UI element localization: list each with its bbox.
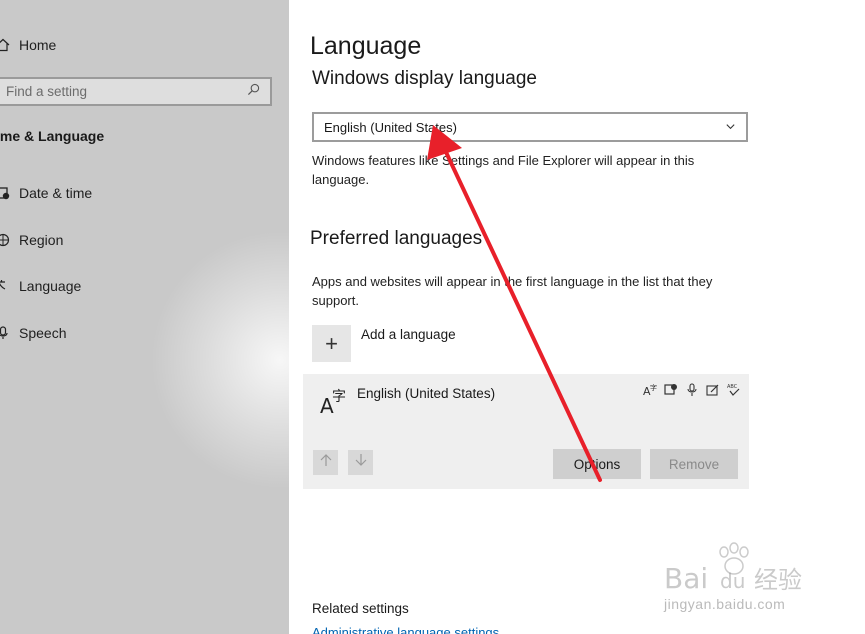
sidebar-item-speech[interactable]: Speech	[0, 325, 66, 341]
language-glyph-icon: A 字	[319, 386, 349, 418]
related-settings-heading: Related settings	[312, 601, 409, 616]
language-list-item[interactable]: A 字 English (United States) A字 ABC Optio…	[303, 374, 749, 489]
options-button[interactable]: Options	[553, 449, 641, 479]
sidebar-item-label: Region	[19, 232, 64, 248]
svg-text:Bai: Bai	[664, 562, 708, 595]
home-icon	[0, 38, 10, 52]
add-language-label[interactable]: Add a language	[361, 327, 456, 342]
display-language-heading: Windows display language	[312, 68, 537, 89]
display-language-description: Windows features like Settings and File …	[312, 153, 695, 187]
arrow-up-icon	[319, 453, 333, 472]
svg-text:du: du	[720, 569, 745, 593]
display-language-value: English (United States)	[324, 119, 457, 135]
sidebar-item-region[interactable]: Region	[0, 232, 63, 248]
move-up-button[interactable]	[313, 450, 338, 475]
sidebar-item-home[interactable]: Home	[0, 37, 56, 53]
preferred-languages-description: Apps and websites will appear in the fir…	[312, 274, 713, 308]
remove-button[interactable]: Remove	[650, 449, 738, 479]
sidebar-item-label: Language	[19, 278, 82, 294]
chevron-down-icon	[725, 120, 736, 135]
svg-text:字: 字	[332, 389, 346, 405]
svg-text:ABC: ABC	[727, 384, 738, 390]
speech-recognition-icon	[685, 383, 699, 397]
svg-text:字: 字	[650, 383, 657, 392]
display-language-dropdown[interactable]: English (United States)	[312, 112, 748, 142]
sidebar-glow	[150, 230, 289, 490]
preferred-languages-heading: Preferred languages	[310, 228, 483, 249]
sidebar-item-language[interactable]: Language	[0, 278, 81, 294]
text-to-speech-icon	[664, 383, 678, 397]
add-language-button[interactable]: +	[312, 325, 351, 362]
region-icon	[0, 233, 10, 247]
administrative-language-settings-link[interactable]: Administrative language settings	[312, 625, 499, 634]
handwriting-icon	[706, 383, 720, 397]
sidebar-section-title: ime & Language	[0, 128, 105, 144]
language-icon	[0, 279, 10, 293]
sidebar-item-label: Home	[19, 37, 57, 53]
main-content: Language Windows display language Englis…	[289, 0, 865, 634]
plus-icon: +	[325, 330, 338, 356]
page-title: Language	[310, 32, 422, 60]
search-input[interactable]: Find a setting	[0, 77, 272, 106]
language-pack-icon: A字	[643, 383, 657, 397]
sidebar-item-label: Speech	[19, 325, 67, 341]
date-time-icon	[0, 186, 10, 200]
move-down-button[interactable]	[348, 450, 373, 475]
speech-icon	[0, 326, 10, 340]
svg-text:经验: 经验	[754, 566, 802, 594]
sidebar-item-date-time[interactable]: Date & time	[0, 185, 92, 201]
language-feature-icons: A字 ABC	[643, 383, 741, 397]
spell-check-icon: ABC	[727, 383, 741, 397]
watermark-url: jingyan.baidu.com	[664, 596, 786, 612]
sidebar-item-label: Date & time	[19, 185, 93, 201]
search-icon	[247, 83, 260, 101]
sidebar: Home Find a setting ime & Language Date …	[0, 0, 289, 634]
language-entry-name: English (United States)	[357, 386, 496, 401]
search-placeholder: Find a setting	[6, 84, 88, 99]
arrow-down-icon	[354, 453, 368, 472]
